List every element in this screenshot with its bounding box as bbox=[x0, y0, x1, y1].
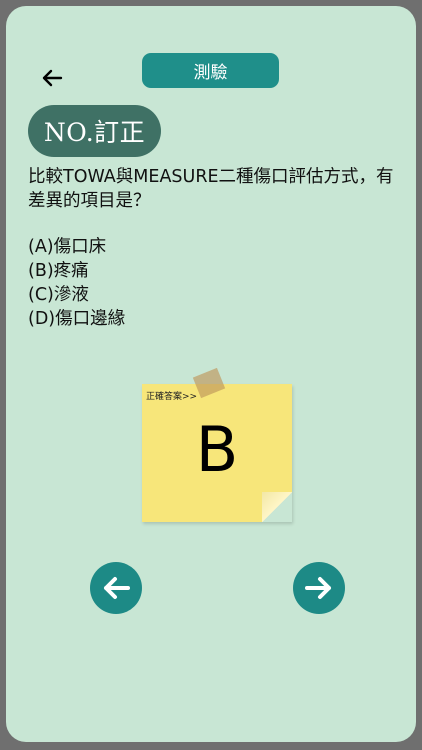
note-corner-curl bbox=[262, 492, 292, 522]
previous-question-button[interactable] bbox=[90, 562, 142, 614]
sticky-note-paper: 正確答案>> B bbox=[142, 384, 292, 522]
question-number-badge: NO.訂正 bbox=[28, 105, 161, 157]
arrow-left-icon bbox=[104, 577, 130, 599]
option-c: (C)滲液 bbox=[28, 285, 89, 305]
next-question-button[interactable] bbox=[293, 562, 345, 614]
question-text: 比較TOWA與MEASURE二種傷口評估方式，有差異的項目是？ bbox=[28, 167, 394, 211]
arrow-right-icon bbox=[305, 577, 331, 599]
correct-answer-label: 正確答案>> bbox=[146, 392, 198, 402]
correct-answer-value: B bbox=[195, 413, 239, 486]
arrow-left-icon bbox=[42, 69, 63, 87]
page-title: 測驗 bbox=[142, 53, 279, 88]
app-screen: 測驗 NO.訂正 比較TOWA與MEASURE二種傷口評估方式，有差異的項目是？… bbox=[6, 6, 416, 742]
option-a: (A)傷口床 bbox=[28, 237, 107, 257]
option-d: (D)傷口邊緣 bbox=[28, 309, 126, 329]
answer-sticky-note: 正確答案>> B bbox=[142, 366, 302, 526]
option-list: (A)傷口床 (B)疼痛 (C)滲液 (D)傷口邊緣 bbox=[28, 235, 125, 331]
back-button[interactable] bbox=[36, 64, 68, 92]
option-b: (B)疼痛 bbox=[28, 261, 89, 281]
